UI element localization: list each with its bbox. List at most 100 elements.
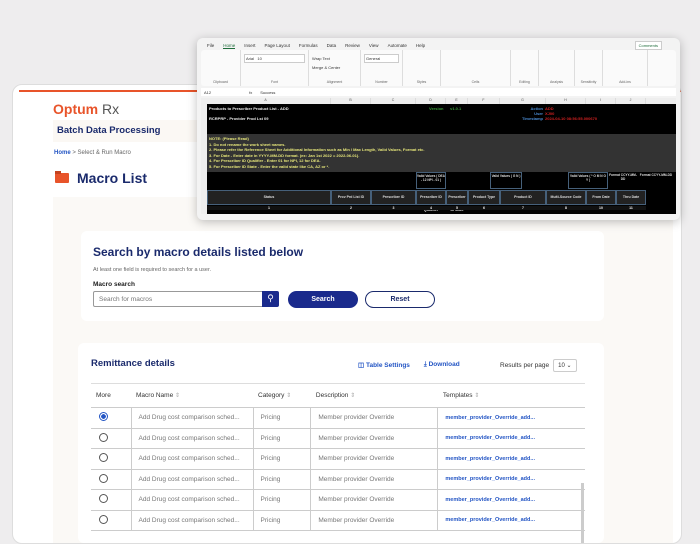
ribbon-group-number[interactable]: GeneralNumber	[361, 50, 403, 86]
ribbon-group-styles[interactable]: Styles	[403, 50, 441, 86]
header-cell[interactable]: From Date	[586, 190, 616, 205]
header-cell[interactable]: Prescriber ID Qualifier	[416, 190, 446, 205]
ribbon-group-font[interactable]: Arial 10Font	[241, 50, 309, 86]
search-card: Search by macro details listed below At …	[81, 231, 604, 321]
template-link[interactable]: member_provider_Override_add...	[438, 510, 585, 531]
column-number[interactable]: 5	[446, 206, 468, 210]
sort-icon[interactable]: ⇕	[175, 393, 180, 399]
table-row[interactable]: Add Drug cost comparison sched...Pricing…	[91, 510, 585, 531]
column-number[interactable]: 2	[331, 206, 371, 210]
columns-icon: ◫	[358, 362, 364, 369]
column-header[interactable]: Templates ⇕	[438, 384, 585, 408]
search-icon-button[interactable]: ⚲	[262, 291, 279, 307]
radio-button[interactable]	[99, 474, 108, 483]
column-header[interactable]: Macro Name ⇕	[131, 384, 253, 408]
row-select[interactable]	[91, 428, 131, 449]
excel-menu-review[interactable]: Review	[345, 43, 360, 49]
row-select[interactable]	[91, 490, 131, 511]
excel-menu-data[interactable]: Data	[327, 43, 337, 49]
column-header[interactable]: Category ⇕	[253, 384, 311, 408]
column-header[interactable]: Description ⇕	[311, 384, 438, 408]
template-link[interactable]: member_provider_Override_add...	[438, 469, 585, 490]
header-cell[interactable]: Product ID	[500, 190, 546, 205]
radio-button[interactable]	[99, 453, 108, 462]
header-cell[interactable]: Prescriber ID State	[446, 190, 468, 205]
excel-menu-insert[interactable]: Insert	[244, 43, 255, 49]
description: Member provider Override	[311, 510, 438, 531]
table-row[interactable]: Add Drug cost comparison sched...Pricing…	[91, 408, 585, 429]
macro-search-input[interactable]	[93, 291, 263, 307]
header-cell[interactable]: Prescriber ID	[371, 190, 416, 205]
excel-menu-view[interactable]: View	[369, 43, 379, 49]
wrap-merge[interactable]: Wrap TextMerge & Center	[312, 54, 357, 72]
table-row[interactable]: Add Drug cost comparison sched...Pricing…	[91, 449, 585, 470]
template-link[interactable]: member_provider_Override_add...	[438, 490, 585, 511]
header-cell[interactable]: Thru Date	[616, 190, 646, 205]
template-link[interactable]: member_provider_Override_add...	[438, 408, 585, 429]
description: Member provider Override	[311, 408, 438, 429]
results-per-page-select[interactable]: 10 ⌄	[553, 359, 576, 372]
formula-value[interactable]: Success	[260, 90, 275, 95]
column-number[interactable]: 11	[616, 206, 646, 210]
radio-button[interactable]	[99, 494, 108, 503]
radio-button[interactable]	[99, 412, 108, 421]
search-button[interactable]: Search	[288, 291, 358, 308]
sort-icon[interactable]: ⇕	[286, 393, 291, 399]
page-title-text: Macro List	[77, 170, 147, 186]
column-header[interactable]: More	[91, 384, 131, 408]
row-select[interactable]	[91, 449, 131, 470]
category: Pricing	[253, 469, 311, 490]
column-number[interactable]: 8	[546, 206, 586, 210]
reset-button[interactable]: Reset	[365, 291, 435, 308]
radio-button[interactable]	[99, 433, 108, 442]
ribbon-group-editing[interactable]: Editing	[511, 50, 539, 86]
header-cell[interactable]: Multi-Source Code	[546, 190, 586, 205]
ribbon-group-sensitivity[interactable]: Sensitivity	[575, 50, 603, 86]
table-row[interactable]: Add Drug cost comparison sched...Pricing…	[91, 490, 585, 511]
ribbon-group-analysis[interactable]: Analysis	[539, 50, 575, 86]
font-select[interactable]: Arial 10	[244, 54, 305, 63]
ribbon-group-clipboard[interactable]: Clipboard	[201, 50, 241, 86]
optum-rx-logo[interactable]: Optum Rx	[53, 101, 119, 117]
ribbon-group-add-ins[interactable]: Add-ins	[603, 50, 648, 86]
formula-bar[interactable]: A12fxSuccess	[201, 88, 676, 96]
column-number[interactable]: 10	[586, 206, 616, 210]
excel-menu-formulas[interactable]: Formulas	[299, 43, 318, 49]
header-cell[interactable]: Status	[207, 190, 331, 205]
sort-icon[interactable]: ⇕	[350, 393, 355, 399]
excel-menu-help[interactable]: Help	[416, 43, 425, 49]
sort-icon[interactable]: ⇕	[474, 393, 479, 399]
excel-menu-file[interactable]: File	[207, 43, 214, 49]
table-row[interactable]: Add Drug cost comparison sched...Pricing…	[91, 469, 585, 490]
table-row[interactable]: Add Drug cost comparison sched...Pricing…	[91, 428, 585, 449]
row-select[interactable]	[91, 469, 131, 490]
column-number[interactable]: 3	[371, 206, 416, 210]
header-cell[interactable]: Product Type	[468, 190, 500, 205]
excel-menu-page-layout[interactable]: Page Layout	[265, 43, 290, 49]
name-box[interactable]: A12	[204, 90, 211, 95]
number-format-select[interactable]: General	[364, 54, 399, 63]
column-number[interactable]: 4	[416, 206, 446, 210]
macro-name: Add Drug cost comparison sched...	[131, 428, 253, 449]
breadcrumb-home[interactable]: Home	[54, 150, 71, 156]
column-number[interactable]: 1	[207, 206, 331, 210]
template-link[interactable]: member_provider_Override_add...	[438, 428, 585, 449]
scrollbar[interactable]	[581, 483, 584, 543]
header-cell[interactable]: Prov Prd List ID	[331, 190, 371, 205]
valid-values-note: Format CCYY-MM-DD	[638, 172, 674, 189]
column-number[interactable]: 7	[500, 206, 546, 210]
excel-menu-automate[interactable]: Automate	[388, 43, 407, 49]
ribbon-group-alignment[interactable]: Wrap TextMerge & CenterAlignment	[309, 50, 361, 86]
ribbon-group-cells[interactable]: Cells	[441, 50, 511, 86]
radio-button[interactable]	[99, 515, 108, 524]
column-number[interactable]: 6	[468, 206, 500, 210]
spreadsheet-grid[interactable]: Products to Prescriber Product List - AD…	[207, 104, 676, 214]
template-link[interactable]: member_provider_Override_add...	[438, 449, 585, 470]
comments-button[interactable]: Comments	[635, 41, 662, 50]
row-select[interactable]	[91, 408, 131, 429]
download-button[interactable]: ⤓ Download	[424, 361, 460, 369]
excel-window: File Home Insert Page Layout Formulas Data Rev…	[197, 38, 680, 220]
excel-menu-home[interactable]: Home	[223, 43, 235, 49]
table-settings-button[interactable]: ◫ Table Settings	[358, 361, 410, 369]
row-select[interactable]	[91, 510, 131, 531]
